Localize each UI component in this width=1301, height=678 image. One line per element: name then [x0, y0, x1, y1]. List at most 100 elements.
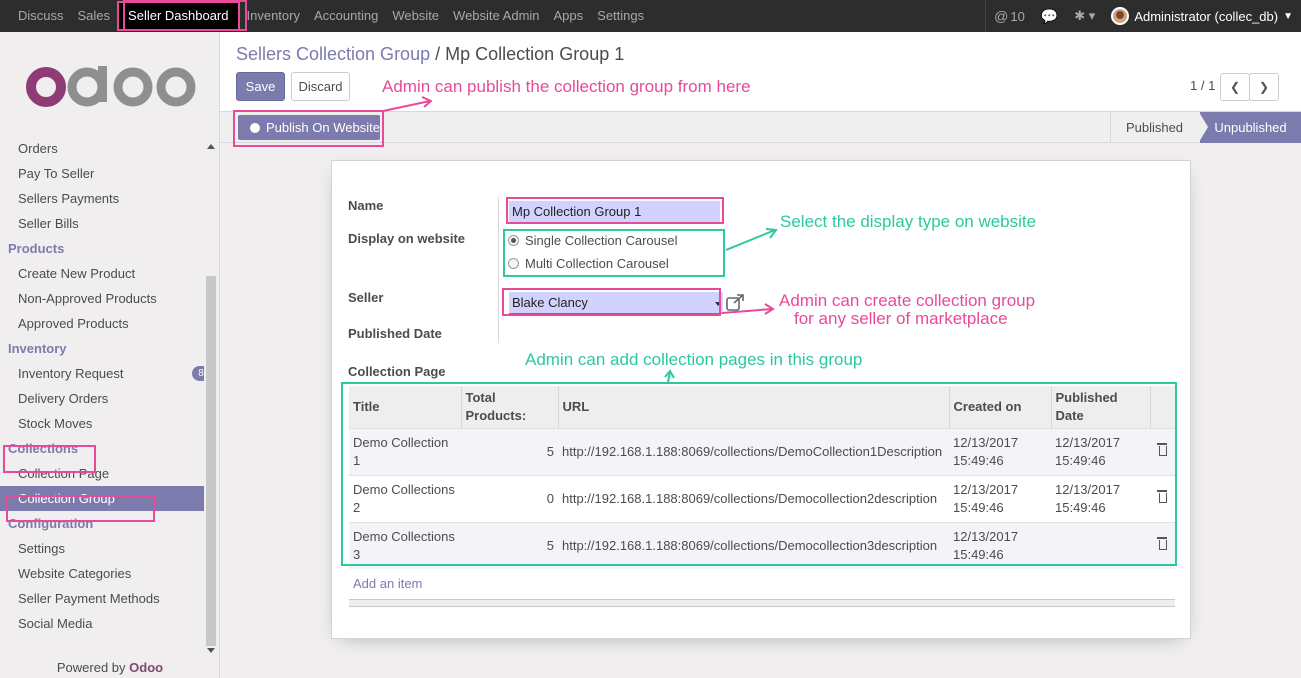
sidebar-item-sellers-payments[interactable]: Sellers Payments — [0, 186, 204, 211]
menu-website-admin[interactable]: Website Admin — [446, 0, 546, 32]
field-divider — [498, 197, 499, 343]
radio-selected-icon[interactable] — [508, 235, 519, 246]
sidebar-section-inventory[interactable]: Inventory — [0, 336, 204, 361]
save-button[interactable]: Save — [236, 72, 285, 101]
scroll-thumb[interactable] — [206, 276, 216, 646]
sidebar-label: Non-Approved Products — [18, 291, 157, 306]
chat-icon[interactable]: 💬 — [1033, 8, 1066, 25]
published-date-label: Published Date — [348, 326, 442, 341]
col-total-products[interactable]: Total Products: — [461, 386, 559, 428]
publish-on-website-button[interactable]: Publish On Website — [238, 115, 380, 140]
chevron-left-icon: ❮ — [1229, 80, 1241, 94]
stage-published[interactable]: Published — [1110, 112, 1198, 143]
sidebar-item-non-approved-products[interactable]: Non-Approved Products — [0, 286, 204, 311]
discard-button[interactable]: Discard — [291, 72, 350, 101]
breadcrumb-parent[interactable]: Sellers Collection Group — [236, 44, 430, 64]
radio-single-label: Single Collection Carousel — [525, 233, 678, 248]
sidebar-scrollbar[interactable] — [205, 136, 217, 656]
powered-by: Powered by Odoo — [0, 660, 220, 675]
annotation-seller-line1: Admin can create collection group — [779, 291, 1036, 310]
trash-icon[interactable] — [1156, 442, 1167, 456]
sidebar-label: Website Categories — [18, 566, 132, 581]
scroll-up-icon[interactable] — [207, 144, 215, 149]
menu-settings[interactable]: Settings — [590, 0, 651, 32]
sidebar-item-collection-group[interactable]: Collection Group — [0, 486, 204, 511]
sidebar-item-seller-bills[interactable]: Seller Bills — [0, 211, 204, 236]
cell-created-on: 12/13/2017 15:49:46 — [949, 521, 1051, 569]
powered-by-text: Powered by — [56, 660, 126, 675]
trash-icon[interactable] — [1156, 536, 1167, 550]
stage-unpublished[interactable]: Unpublished — [1199, 112, 1301, 143]
external-link-icon[interactable] — [726, 294, 745, 311]
sidebar-label: Pay To Seller — [18, 166, 95, 181]
cell-published-date — [1051, 521, 1150, 569]
name-field[interactable]: Mp Collection Group 1 — [509, 201, 720, 223]
sidebar-item-pay-to-seller[interactable]: Pay To Seller — [0, 161, 204, 186]
sidebar-item-website-categories[interactable]: Website Categories — [0, 561, 204, 586]
menu-accounting[interactable]: Accounting — [307, 0, 385, 32]
caret-down-icon[interactable] — [715, 302, 721, 306]
col-published-date[interactable]: Published Date — [1051, 386, 1151, 428]
sidebar-item-approved-products[interactable]: Approved Products — [0, 311, 204, 336]
col-url[interactable]: URL — [558, 386, 950, 428]
table-row[interactable]: Demo Collections 2 0 http://192.168.1.188:… — [349, 474, 1175, 522]
menu-website[interactable]: Website — [385, 0, 446, 32]
menu-sales[interactable]: Sales — [71, 0, 118, 32]
sidebar-item-create-new-product[interactable]: Create New Product — [0, 261, 204, 286]
sidebar-section-configuration[interactable]: Configuration — [0, 511, 204, 536]
top-navbar: Discuss Sales Seller Dashboard Inventory Acc… — [0, 0, 1301, 32]
sidebar-item-seller-payment-methods[interactable]: Seller Payment Methods — [0, 586, 204, 611]
menu-apps[interactable]: Apps — [547, 0, 591, 32]
sidebar-item-orders[interactable]: Orders — [0, 136, 204, 161]
sidebar-label: Inventory — [8, 341, 67, 356]
table-row[interactable]: Demo Collections 3 5 http://192.168.1.188:… — [349, 521, 1175, 569]
cell-delete — [1150, 427, 1175, 475]
trash-icon[interactable] — [1156, 489, 1167, 503]
annotation-collection-pages: Admin can add collection pages in this g… — [525, 350, 863, 369]
sidebar-label: Delivery Orders — [18, 391, 109, 406]
radio-single-collection[interactable]: Single Collection Carousel — [508, 233, 677, 248]
sidebar-item-settings[interactable]: Settings — [0, 536, 204, 561]
seller-label: Seller — [348, 290, 384, 305]
name-label: Name — [348, 198, 384, 213]
col-title[interactable]: Title — [349, 386, 462, 428]
table-body: Demo Collection 1 5 http://192.168.1.188:8… — [349, 427, 1175, 569]
sidebar-label: Configuration — [8, 516, 94, 531]
pager-previous-button[interactable]: ❮ — [1220, 73, 1250, 101]
cell-total: 5 — [461, 521, 558, 569]
cell-title: Demo Collections 3 — [349, 521, 461, 569]
table-footer — [349, 599, 1175, 607]
pager-value: 1 / 1 — [1190, 78, 1216, 93]
table-row[interactable]: Demo Collection 1 5 http://192.168.1.188:8… — [349, 427, 1175, 475]
pager-next-button[interactable]: ❯ — [1249, 73, 1279, 101]
scroll-down-icon[interactable] — [207, 648, 215, 653]
cell-created-on: 12/13/2017 15:49:46 — [949, 427, 1051, 475]
form-sheet: Name Display on website Seller Published… — [331, 160, 1191, 639]
sidebar-item-social-media[interactable]: Social Media — [0, 611, 204, 636]
radio-unselected-icon[interactable] — [508, 258, 519, 269]
user-menu[interactable]: Administrator (collec_db) ▼ — [1103, 7, 1301, 25]
powered-by-brand[interactable]: Odoo — [129, 660, 163, 675]
radio-multi-collection[interactable]: Multi Collection Carousel — [508, 256, 669, 271]
sidebar-item-collection-page[interactable]: Collection Page — [0, 461, 204, 486]
menu-seller-dashboard[interactable]: Seller Dashboard — [117, 1, 240, 31]
col-created-on[interactable]: Created on — [949, 386, 1052, 428]
sidebar-item-stock-moves[interactable]: Stock Moves — [0, 411, 204, 436]
seller-field[interactable]: Blake Clancy — [509, 292, 723, 314]
publish-label: Publish On Website — [266, 120, 380, 135]
menu-discuss[interactable]: Discuss — [11, 0, 71, 32]
menu-inventory[interactable]: Inventory — [240, 0, 307, 32]
sidebar-menu: Orders Pay To Seller Sellers Payments Selle… — [0, 136, 204, 656]
cell-url: http://192.168.1.188:8069/collections/De… — [558, 427, 949, 475]
control-panel: Sellers Collection Group / Mp Collection… — [220, 32, 1301, 112]
sidebar-label: Seller Payment Methods — [18, 591, 160, 606]
mentions[interactable]: @ 10 — [986, 8, 1033, 24]
add-item-link[interactable]: Add an item — [353, 576, 422, 591]
sidebar-section-products[interactable]: Products — [0, 236, 204, 261]
display-label: Display on website — [348, 231, 466, 246]
sidebar-item-delivery-orders[interactable]: Delivery Orders — [0, 386, 204, 411]
chevron-down-icon: ▼ — [1283, 10, 1293, 22]
sidebar-item-inventory-request[interactable]: Inventory Request 8 — [0, 361, 204, 386]
sidebar-section-collections[interactable]: Collections — [0, 436, 204, 461]
bug-icon[interactable]: ✱ ▾ — [1066, 8, 1103, 24]
